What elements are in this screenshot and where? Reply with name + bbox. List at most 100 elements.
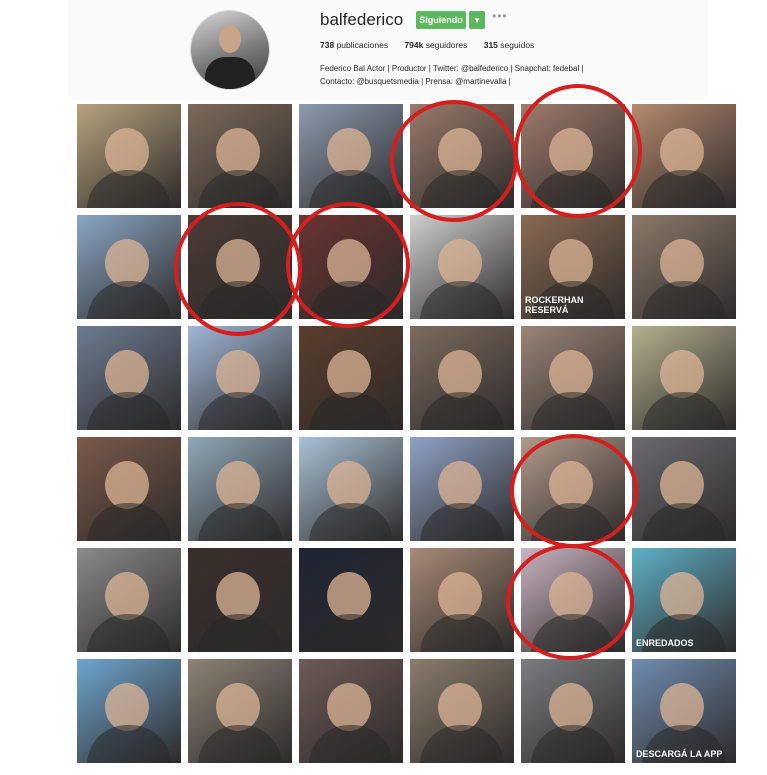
profile-avatar[interactable] [190, 10, 270, 90]
photo-thumbnail[interactable] [188, 437, 292, 541]
photo-subject [327, 461, 371, 509]
photo-thumbnail[interactable] [188, 326, 292, 430]
photo-thumbnail[interactable] [299, 437, 403, 541]
photo-subject [660, 350, 704, 398]
photo-subject [660, 572, 704, 620]
photo-thumbnail[interactable] [632, 104, 736, 208]
photo-body [87, 725, 171, 763]
red-annotation-circle [510, 434, 638, 548]
photo-subject [660, 128, 704, 176]
photo-thumbnail[interactable] [410, 548, 514, 652]
posts-label: publicaciones [336, 40, 389, 50]
photo-thumbnail[interactable]: ROCKERHAN RESERVÁ [521, 215, 625, 319]
photo-body [309, 614, 393, 652]
photo-subject [327, 350, 371, 398]
photo-subject [105, 461, 149, 509]
photo-body [198, 503, 282, 541]
bio-line-1: Federico Bal Actor | Productor | Twitter… [320, 64, 584, 73]
profile-stats: 738 publicaciones 794k seguidores 315 se… [320, 40, 548, 50]
photo-body [87, 503, 171, 541]
red-annotation-circle [286, 202, 410, 328]
photo-body [87, 614, 171, 652]
followers-stat[interactable]: 794k seguidores [404, 40, 467, 50]
photo-thumbnail[interactable] [632, 437, 736, 541]
photo-subject [327, 683, 371, 731]
following-label: seguidos [500, 40, 535, 50]
photo-thumbnail[interactable] [77, 548, 181, 652]
photo-thumbnail[interactable]: DESCARGÁ LA APP [632, 659, 736, 763]
photo-subject [105, 128, 149, 176]
followers-label: seguidores [425, 40, 468, 50]
photo-thumbnail[interactable] [77, 437, 181, 541]
red-annotation-circle [174, 202, 302, 336]
photo-body [420, 281, 504, 319]
photo-thumbnail[interactable] [77, 104, 181, 208]
photo-thumbnail[interactable] [77, 326, 181, 430]
photo-body [420, 503, 504, 541]
photo-thumbnail[interactable] [632, 326, 736, 430]
photo-subject [105, 572, 149, 620]
photo-thumbnail[interactable] [299, 104, 403, 208]
photo-thumbnail[interactable] [77, 659, 181, 763]
photo-thumbnail[interactable] [188, 548, 292, 652]
photo-thumbnail[interactable] [77, 215, 181, 319]
photo-body [198, 725, 282, 763]
photo-thumbnail[interactable] [410, 326, 514, 430]
photo-subject [660, 239, 704, 287]
photo-body [642, 281, 726, 319]
photo-thumbnail[interactable] [299, 548, 403, 652]
photo-body [420, 392, 504, 430]
photo-thumbnail[interactable] [410, 659, 514, 763]
photo-subject [438, 572, 482, 620]
photo-subject [216, 128, 260, 176]
photo-thumbnail[interactable]: ENREDADOS [632, 548, 736, 652]
photo-subject [327, 128, 371, 176]
photo-overlay-text: ROCKERHAN RESERVÁ [525, 295, 584, 315]
photo-body [420, 725, 504, 763]
avatar-face [219, 25, 241, 53]
photo-subject [549, 239, 593, 287]
photo-thumbnail[interactable] [410, 215, 514, 319]
photo-body [87, 170, 171, 208]
photo-body [87, 281, 171, 319]
photo-subject [438, 683, 482, 731]
photo-subject [216, 461, 260, 509]
photo-thumbnail[interactable] [299, 659, 403, 763]
profile-username: balfederico [320, 10, 404, 29]
photo-subject [438, 461, 482, 509]
photo-subject [216, 572, 260, 620]
photo-subject [105, 683, 149, 731]
photo-subject [438, 239, 482, 287]
red-annotation-circle [390, 100, 518, 222]
photo-body [309, 503, 393, 541]
photo-body [198, 392, 282, 430]
photo-subject [216, 683, 260, 731]
following-stat[interactable]: 315 seguidos [484, 40, 535, 50]
photo-body [642, 170, 726, 208]
photo-subject [660, 461, 704, 509]
photo-overlay-text: DESCARGÁ LA APP [636, 749, 723, 759]
photo-thumbnail[interactable] [632, 215, 736, 319]
red-annotation-circle [506, 544, 634, 660]
photo-body [642, 503, 726, 541]
red-annotation-circle [514, 84, 642, 218]
photo-subject [660, 683, 704, 731]
photo-subject [105, 350, 149, 398]
photo-thumbnail[interactable] [521, 326, 625, 430]
photo-thumbnail[interactable] [410, 437, 514, 541]
photo-thumbnail[interactable] [521, 659, 625, 763]
photo-thumbnail[interactable] [188, 659, 292, 763]
photo-body [309, 392, 393, 430]
following-button[interactable]: Siguiendo [416, 11, 466, 29]
photo-thumbnail[interactable] [188, 104, 292, 208]
follow-dropdown-button[interactable]: ▾ [469, 11, 485, 29]
photo-body [198, 614, 282, 652]
photo-subject [216, 350, 260, 398]
photo-subject [105, 239, 149, 287]
following-count: 315 [483, 40, 498, 50]
photo-body [87, 392, 171, 430]
more-options-icon[interactable]: ••• [492, 9, 508, 23]
photo-subject [549, 350, 593, 398]
photo-body [531, 392, 615, 430]
photo-thumbnail[interactable] [299, 326, 403, 430]
